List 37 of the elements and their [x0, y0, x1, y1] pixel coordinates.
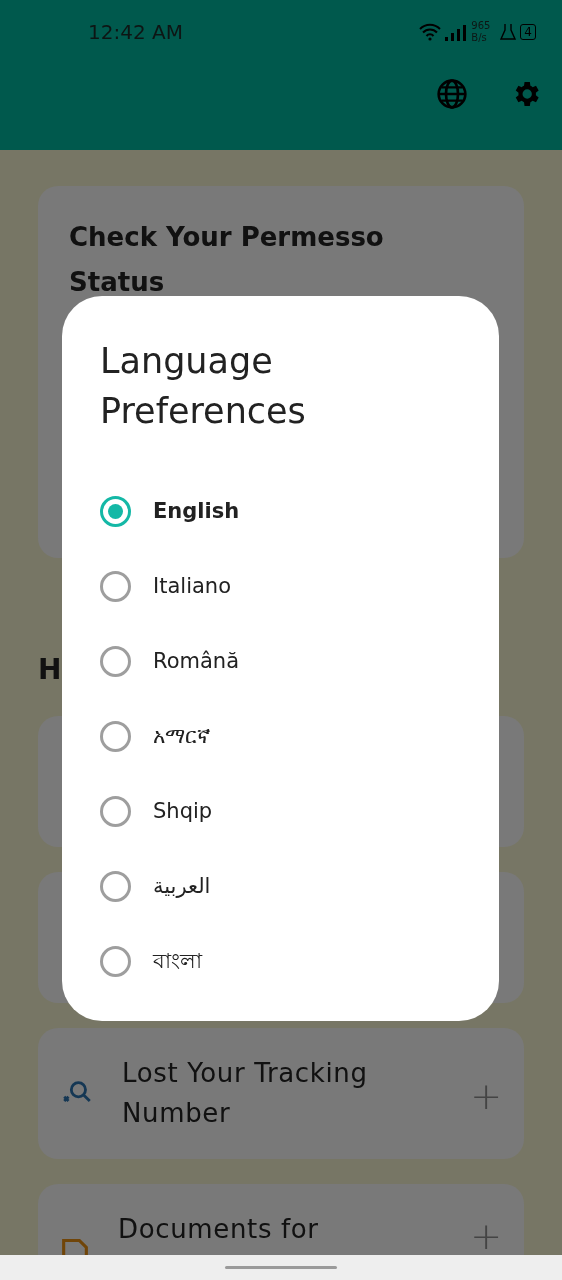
language-option[interactable]: العربية	[100, 849, 479, 924]
card-title: Lost Your Tracking Number	[122, 1057, 369, 1130]
wifi-icon	[419, 23, 442, 41]
language-label: العربية	[153, 872, 211, 900]
card-title: Documents for	[118, 1213, 320, 1246]
status-time: 12:42 AM	[88, 19, 183, 46]
radio-button[interactable]	[100, 721, 131, 752]
dialog-title: Language Preferences	[100, 340, 307, 433]
language-label: Shqip	[153, 797, 213, 825]
globe-icon[interactable]	[436, 78, 468, 110]
language-label: English	[153, 497, 240, 525]
language-label: አማርኛ	[153, 722, 210, 750]
radio-button[interactable]	[100, 496, 131, 527]
radio-button[interactable]	[100, 946, 131, 977]
info-card[interactable]: Documents for +	[38, 1184, 524, 1255]
radio-button[interactable]	[100, 871, 131, 902]
language-option[interactable]: አማርኛ	[100, 699, 479, 774]
network-speed-unit: B/s	[471, 32, 488, 44]
language-option[interactable]: English	[100, 474, 479, 549]
status-card-title: Status	[69, 269, 165, 296]
section-heading: H	[38, 652, 62, 688]
flask-icon	[500, 23, 517, 41]
info-card[interactable]: Lost Your Tracking Number +	[38, 1028, 524, 1159]
radio-button[interactable]	[100, 571, 131, 602]
network-speed-value: 965	[471, 20, 491, 32]
language-option[interactable]: Shqip	[100, 774, 479, 849]
language-label: Italiano	[153, 572, 231, 600]
signal-icon	[443, 23, 468, 41]
battery-icon: 4	[520, 24, 536, 40]
language-option[interactable]: Română	[100, 624, 479, 699]
status-card-title: Check Your Permesso	[69, 224, 384, 251]
language-label: বাংলা	[153, 947, 202, 975]
radio-button[interactable]	[100, 796, 131, 827]
language-option[interactable]: Italiano	[100, 549, 479, 624]
language-option[interactable]: বাংলা	[100, 924, 479, 999]
radio-button[interactable]	[100, 646, 131, 677]
language-label: Română	[153, 647, 239, 675]
